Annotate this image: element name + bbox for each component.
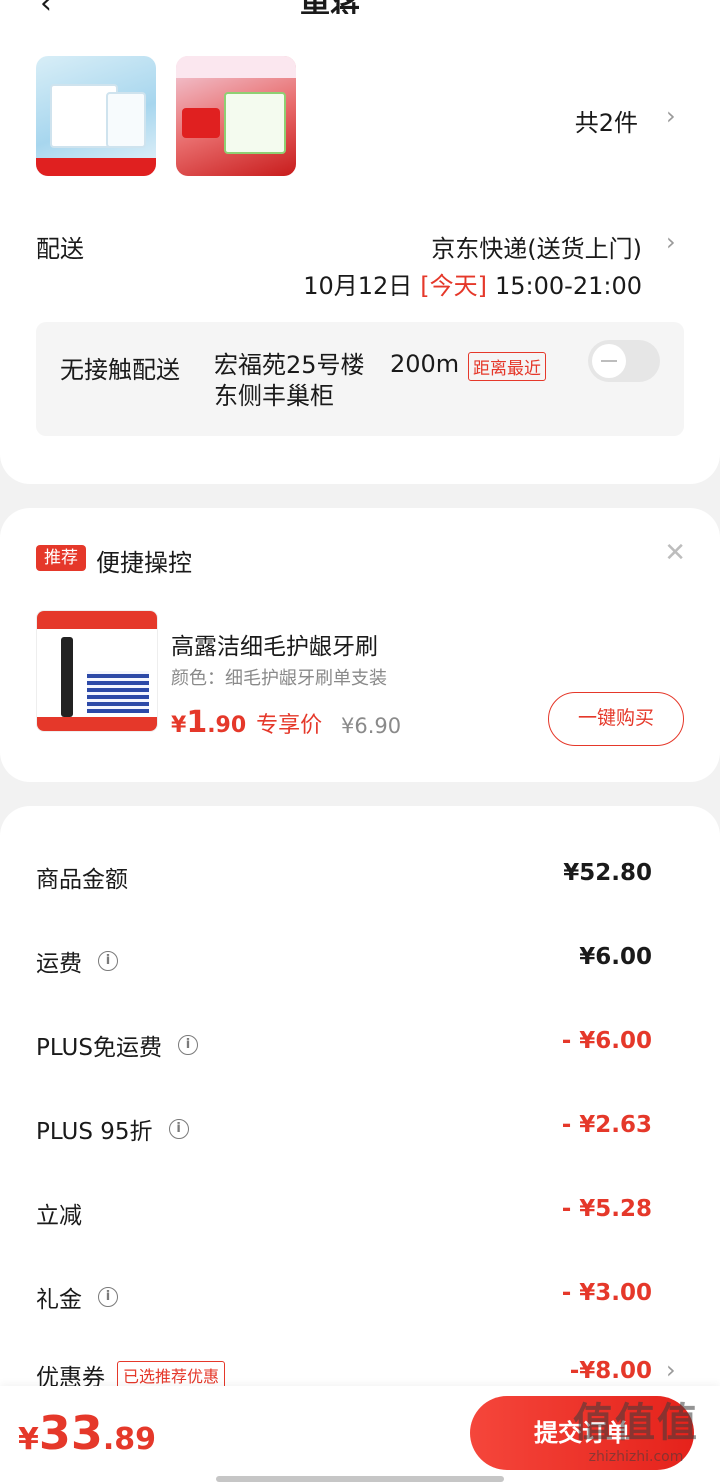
summary-label: 商品金额 <box>36 867 128 893</box>
nearest-badge: 距离最近 <box>468 352 546 381</box>
banner-top <box>176 56 296 78</box>
total-decimal: .89 <box>102 1422 157 1457</box>
chevron-right-icon[interactable]: › <box>666 228 676 256</box>
summary-label: PLUS免运费 i <box>36 1028 198 1062</box>
order-total: ¥33.89 <box>18 1406 156 1460</box>
address-line-1: 宏福苑25号楼 <box>214 351 365 379</box>
toothbrush-product-image[interactable] <box>36 610 158 732</box>
product-price: ¥1.90 专享价 <box>171 705 322 740</box>
milk-pack-shape <box>224 92 286 154</box>
summary-value: ¥6.00 <box>579 944 652 970</box>
toothbrush-shape <box>61 637 73 717</box>
total-integer: 33 <box>38 1406 103 1460</box>
delivery-date: 10月12日 <box>303 272 413 300</box>
summary-label: 运费 i <box>36 944 118 978</box>
watermark: 值值值 zhizhizhi.com <box>556 1398 716 1482</box>
price-summary-card: 商品金额 ¥52.80 运费 i ¥6.00 PLUS免运费 i - ¥6.00 P… <box>0 806 720 1484</box>
info-icon[interactable]: i <box>177 1035 198 1055</box>
info-icon[interactable]: i <box>98 951 118 971</box>
contactless-delivery-panel: 无接触配送 宏福苑25号楼 东侧丰巢柜 200m 距离最近 <box>36 322 684 436</box>
summary-label: 礼金 i <box>36 1280 118 1314</box>
summary-value: - ¥2.63 <box>561 1112 652 1138</box>
exclusive-price-label: 专享价 <box>256 713 323 738</box>
summary-row: 立减 - ¥5.28 <box>36 1192 652 1232</box>
price-integer: 1 <box>186 705 208 740</box>
summary-row: 运费 i ¥6.00 <box>36 940 652 980</box>
shipping-method[interactable]: 京东快递(送货上门) <box>431 229 642 264</box>
image-footer-strip <box>37 717 157 731</box>
contactless-toggle[interactable] <box>588 340 660 382</box>
total-currency: ¥ <box>18 1422 39 1457</box>
item-count[interactable]: 共2件 <box>575 103 638 138</box>
summary-row: PLUS免运费 i - ¥6.00 <box>36 1024 652 1064</box>
watermark-logo-text: 值值值 <box>573 1400 699 1446</box>
recommend-title: 便捷操控 <box>96 549 192 577</box>
image-header-strip <box>37 611 157 629</box>
milk-pack-thumbnail[interactable] <box>176 56 296 176</box>
product-name[interactable]: 高露洁细毛护龈牙刷 <box>171 627 378 661</box>
toggle-knob <box>592 344 626 378</box>
delivery-window: 15:00-21:00 <box>495 272 642 300</box>
bristle-pattern <box>87 671 149 713</box>
delivery-today: [今天] <box>420 272 487 300</box>
summary-row: 礼金 i - ¥3.00 <box>36 1276 652 1316</box>
milk-gift-box-thumbnail[interactable] <box>36 56 156 176</box>
summary-label: PLUS 95折 i <box>36 1112 189 1146</box>
summary-value: - ¥6.00 <box>561 1028 652 1054</box>
watermark-url: zhizhizhi.com <box>588 1449 684 1465</box>
summary-value: ¥52.80 <box>563 860 652 886</box>
contactless-label: 无接触配送 <box>60 356 180 384</box>
promo-strip <box>36 158 156 176</box>
coupon-value: -¥8.00 <box>569 1358 652 1384</box>
header-bar: ‹ 单将 <box>0 0 720 14</box>
chevron-left-icon[interactable]: ‹ <box>40 0 52 14</box>
recommend-badge: 推荐 <box>36 545 86 571</box>
order-info-card: ‹ 单将 共2件 › 配送 京东快递(送货上门) › 10月12日[今天] 15:… <box>0 0 720 484</box>
chevron-right-icon[interactable]: › <box>666 1356 676 1384</box>
locker-address: 宏福苑25号楼 东侧丰巢柜 <box>214 350 365 412</box>
recommendation-card: 推荐 便捷操控 ✕ 高露洁细毛护龈牙刷 颜色：细毛护龈牙刷单支装 ¥1.90 专享… <box>0 508 720 782</box>
price-tag-shape <box>182 108 220 138</box>
milk-carton-shape <box>106 92 146 148</box>
product-spec: 颜色：细毛护龈牙刷单支装 <box>171 668 387 689</box>
delivery-time[interactable]: 10月12日 [今天] 15:00-21:00 <box>303 266 642 301</box>
close-icon[interactable]: ✕ <box>664 538 686 568</box>
summary-value: - ¥3.00 <box>561 1280 652 1306</box>
info-icon[interactable]: i <box>168 1119 189 1139</box>
page-title: 单将 <box>300 0 360 14</box>
summary-row: PLUS 95折 i - ¥2.63 <box>36 1108 652 1148</box>
home-indicator[interactable] <box>216 1476 504 1482</box>
original-price: ¥6.90 <box>341 714 402 738</box>
shipping-label: 配送 <box>36 235 84 263</box>
price-decimal: .90 <box>207 713 247 738</box>
address-line-2: 东侧丰巢柜 <box>214 382 334 410</box>
coupon-recommended-tag: 已选推荐优惠 <box>117 1361 226 1389</box>
info-icon[interactable]: i <box>98 1287 118 1307</box>
summary-label: 立减 <box>36 1203 82 1229</box>
price-currency: ¥ <box>171 713 187 738</box>
summary-value: - ¥5.28 <box>561 1196 652 1222</box>
one-click-buy-button[interactable]: 一键购买 <box>548 692 684 746</box>
chevron-right-icon[interactable]: › <box>666 102 676 130</box>
summary-row: 商品金额 ¥52.80 <box>36 856 652 896</box>
locker-distance: 200m <box>390 350 460 378</box>
